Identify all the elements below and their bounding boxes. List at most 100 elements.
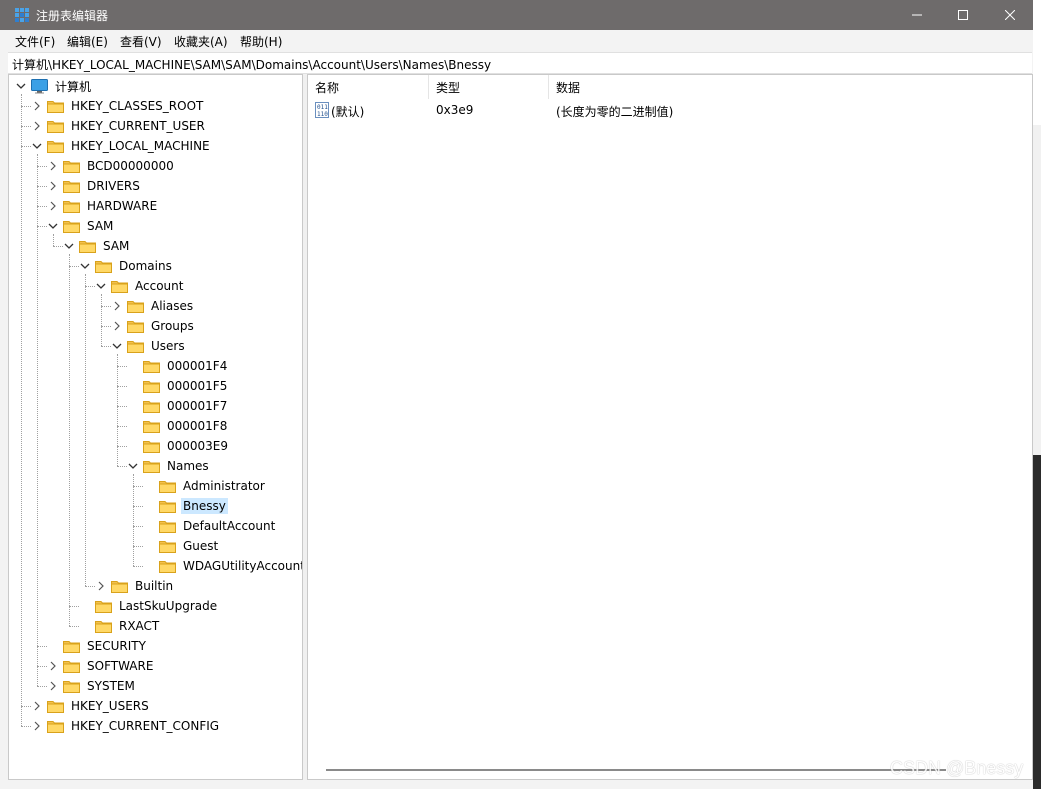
- binary-value-icon: 011 110: [315, 102, 329, 118]
- tree-node-label: DefaultAccount: [183, 519, 276, 533]
- tree-node[interactable]: Domains: [79, 256, 174, 276]
- folder-icon: [159, 520, 176, 533]
- tree-node[interactable]: Users: [111, 336, 187, 356]
- chevron-down-icon[interactable]: [63, 240, 75, 252]
- folder-icon: [47, 100, 64, 113]
- folder-icon: [159, 500, 176, 513]
- tree-node[interactable]: Names: [127, 456, 211, 476]
- folder-icon: [47, 140, 64, 153]
- tree-spacer: [143, 500, 155, 512]
- address-bar[interactable]: 计算机\HKEY_LOCAL_MACHINE\SAM\SAM\Domains\A…: [8, 52, 1032, 74]
- tree-node[interactable]: LastSkuUpgrade: [79, 596, 219, 616]
- maximize-button[interactable]: [940, 0, 986, 30]
- chevron-right-icon[interactable]: [31, 100, 43, 112]
- tree-node-label: Guest: [183, 539, 219, 553]
- column-header-data[interactable]: 数据: [549, 75, 749, 99]
- tree-node-label: 000001F8: [167, 419, 228, 433]
- chevron-down-icon[interactable]: [31, 140, 43, 152]
- tree-node[interactable]: Aliases: [111, 296, 195, 316]
- chevron-right-icon[interactable]: [31, 120, 43, 132]
- svg-text:011: 011: [317, 104, 328, 111]
- tree-node[interactable]: HKEY_CLASSES_ROOT: [31, 96, 205, 116]
- tree-node[interactable]: HARDWARE: [47, 196, 159, 216]
- folder-icon: [143, 440, 160, 453]
- tree-node[interactable]: HKEY_USERS: [31, 696, 151, 716]
- chevron-down-icon[interactable]: [111, 340, 123, 352]
- tree-node-label: HKEY_CLASSES_ROOT: [71, 99, 204, 113]
- tree-spacer: [143, 560, 155, 572]
- tree-node[interactable]: 000001F4: [127, 356, 229, 376]
- folder-icon: [159, 540, 176, 553]
- tree-node[interactable]: Groups: [111, 316, 196, 336]
- chevron-down-icon[interactable]: [15, 80, 27, 92]
- menu-help[interactable]: 帮助(H): [240, 33, 282, 50]
- chevron-right-icon[interactable]: [111, 300, 123, 312]
- chevron-right-icon[interactable]: [47, 160, 59, 172]
- tree-connector: [21, 94, 22, 726]
- folder-icon: [95, 620, 112, 633]
- title-bar[interactable]: 注册表编辑器: [0, 0, 1033, 30]
- tree-connector: [37, 154, 38, 686]
- tree-node-label: WDAGUtilityAccount: [183, 559, 303, 573]
- chevron-right-icon[interactable]: [47, 200, 59, 212]
- tree-node[interactable]: Administrator: [143, 476, 267, 496]
- folder-icon: [79, 240, 96, 253]
- tree-node[interactable]: SAM: [47, 216, 115, 236]
- menu-favorites[interactable]: 收藏夹(A): [174, 33, 228, 50]
- folder-icon: [47, 700, 64, 713]
- tree-node[interactable]: SYSTEM: [47, 676, 137, 696]
- chevron-right-icon[interactable]: [31, 700, 43, 712]
- tree-node[interactable]: Account: [95, 276, 185, 296]
- chevron-right-icon[interactable]: [47, 660, 59, 672]
- tree-node[interactable]: 000003E9: [127, 436, 230, 456]
- tree-node[interactable]: 计算机: [15, 76, 93, 96]
- tree-node-label: HKEY_LOCAL_MACHINE: [71, 139, 210, 153]
- list-row[interactable]: 011 110 (默认) 0x3e9 (长度为零的二进制值): [308, 100, 1032, 120]
- chevron-right-icon[interactable]: [31, 720, 43, 732]
- tree-node[interactable]: 000001F8: [127, 416, 229, 436]
- chevron-right-icon[interactable]: [47, 180, 59, 192]
- tree-node[interactable]: HKEY_LOCAL_MACHINE: [31, 136, 212, 156]
- horizontal-scrollbar[interactable]: [326, 769, 946, 771]
- folder-icon: [127, 320, 144, 333]
- chevron-right-icon[interactable]: [111, 320, 123, 332]
- tree-node[interactable]: BCD00000000: [47, 156, 176, 176]
- chevron-down-icon[interactable]: [95, 280, 107, 292]
- menu-edit[interactable]: 编辑(E): [67, 33, 108, 50]
- address-path[interactable]: 计算机\HKEY_LOCAL_MACHINE\SAM\SAM\Domains\A…: [12, 56, 491, 73]
- registry-tree[interactable]: 计算机 HKEY_CLASSES_ROOT HKEY_CURRENT_USER HKE…: [8, 74, 303, 780]
- tree-node-label: Builtin: [135, 579, 174, 593]
- tree-node[interactable]: 000001F5: [127, 376, 229, 396]
- column-header-name[interactable]: 名称: [308, 75, 429, 99]
- tree-node-label: Account: [135, 279, 184, 293]
- tree-node[interactable]: SOFTWARE: [47, 656, 155, 676]
- tree-node[interactable]: Bnessy: [143, 496, 228, 516]
- folder-icon: [63, 180, 80, 193]
- menu-view[interactable]: 查看(V): [120, 33, 162, 50]
- minimize-button[interactable]: [894, 0, 940, 30]
- tree-node[interactable]: SAM: [63, 236, 131, 256]
- tree-node[interactable]: Builtin: [95, 576, 175, 596]
- tree-node[interactable]: SECURITY: [47, 636, 148, 656]
- tree-connector: [85, 274, 86, 586]
- tree-node[interactable]: WDAGUtilityAccount: [143, 556, 303, 576]
- chevron-down-icon[interactable]: [47, 220, 59, 232]
- tree-node[interactable]: Guest: [143, 536, 220, 556]
- chevron-right-icon[interactable]: [95, 580, 107, 592]
- tree-node[interactable]: DefaultAccount: [143, 516, 277, 536]
- tree-node[interactable]: RXACT: [79, 616, 161, 636]
- tree-node[interactable]: 000001F7: [127, 396, 229, 416]
- close-button[interactable]: [987, 0, 1033, 30]
- tree-node[interactable]: HKEY_CURRENT_CONFIG: [31, 716, 221, 736]
- column-header-type[interactable]: 类型: [429, 75, 549, 99]
- tree-node[interactable]: DRIVERS: [47, 176, 142, 196]
- chevron-down-icon[interactable]: [127, 460, 139, 472]
- tree-node-label: 000003E9: [167, 439, 229, 453]
- chevron-down-icon[interactable]: [79, 260, 91, 272]
- values-list[interactable]: 名称 类型 数据 011 110 (默认) 0x3e9 (长度为零的二进制值): [307, 74, 1033, 780]
- tree-node[interactable]: HKEY_CURRENT_USER: [31, 116, 207, 136]
- value-name: (默认): [331, 105, 365, 119]
- chevron-right-icon[interactable]: [47, 680, 59, 692]
- folder-icon: [143, 460, 160, 473]
- menu-file[interactable]: 文件(F): [15, 33, 55, 50]
